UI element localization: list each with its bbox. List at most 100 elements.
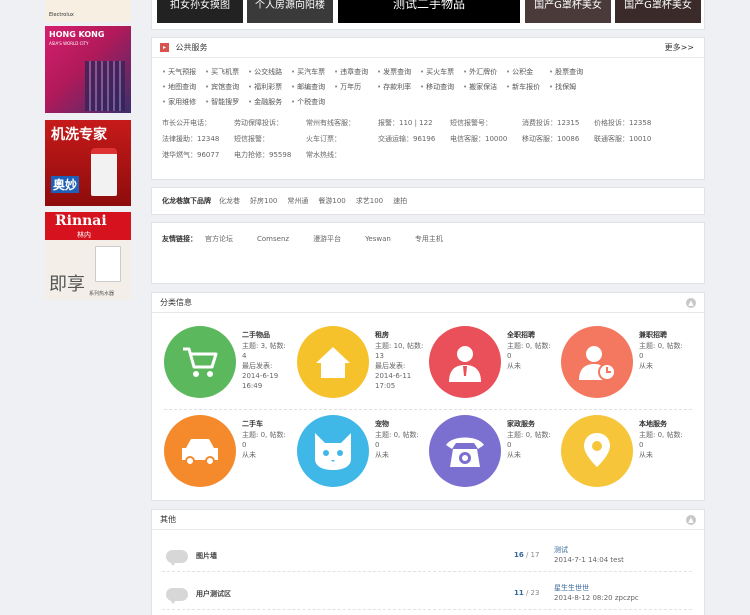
service-link[interactable]: 新车报价: [506, 80, 549, 95]
category-stat: 主题: 0, 帖数:: [639, 431, 683, 439]
service-link[interactable]: 买汽车票: [291, 65, 334, 80]
service-link[interactable]: 移动查询: [420, 80, 463, 95]
sub-brand-link[interactable]: 化龙巷: [219, 188, 240, 214]
service-link[interactable]: 智能搜罗: [205, 95, 248, 110]
service-link[interactable]: 个税查询: [291, 95, 334, 110]
sub-brand-link[interactable]: 餐游100: [318, 188, 345, 214]
hotline-row: 港华燃气：96077 电力抢修：95598 常水热线：: [162, 147, 704, 163]
post-count: / 17: [523, 551, 540, 559]
image-strip-caption: 个人房源向阳楼: [255, 0, 325, 11]
category-item[interactable]: 全职招聘 主题: 0, 帖数: 0 从未: [429, 326, 559, 406]
service-link[interactable]: 地图查询: [162, 80, 205, 95]
image-strip-item[interactable]: 测试二手物品: [338, 0, 520, 23]
image-strip-item[interactable]: 扣女孙女摸图: [157, 0, 243, 23]
service-link[interactable]: 违章查询: [334, 65, 377, 80]
category-item[interactable]: 租房 主题: 10, 帖数: 13 最后发表: 2014-6-11 17:05: [297, 326, 427, 406]
latest-post-meta: 2014-7-1 14:04 test: [554, 556, 624, 564]
category-item[interactable]: 宠物 主题: 0, 帖数: 0 从未: [297, 415, 427, 495]
service-link[interactable]: 公交线路: [248, 65, 291, 80]
category-header: 分类信息 ▲: [152, 293, 704, 313]
service-link[interactable]: 股票查询: [549, 65, 592, 80]
category-stat: 从未: [507, 451, 521, 459]
service-link[interactable]: 搬家保洁: [463, 80, 506, 95]
service-link[interactable]: 天气预报: [162, 65, 205, 80]
category-item[interactable]: 二手车 主题: 0, 帖数: 0 从未: [164, 415, 294, 495]
ad-omo-bottle: [91, 148, 117, 196]
service-link[interactable]: 外汇牌价: [463, 65, 506, 80]
category-stat: 13: [375, 352, 384, 360]
image-strip-item[interactable]: 个人房源向阳楼: [247, 0, 333, 23]
image-strip-item[interactable]: 国产G罩杯美女: [615, 0, 701, 23]
category-stat: 主题: 10, 帖数:: [375, 342, 424, 350]
service-link[interactable]: 万年历: [334, 80, 377, 95]
service-link[interactable]: 金融服务: [248, 95, 291, 110]
latest-post-link[interactable]: 星生生世世: [554, 583, 589, 593]
category-stat: 0: [639, 352, 644, 360]
sub-brand-link[interactable]: 常州通: [287, 188, 308, 214]
category-text: 全职招聘 主题: 0, 帖数: 0 从未: [507, 330, 567, 371]
service-link[interactable]: 存款利率: [377, 80, 420, 95]
category-name[interactable]: 家政服务: [507, 419, 567, 429]
hotline: 短信报警：: [234, 135, 269, 143]
ad-hongkong[interactable]: HONG KONG ASIA'S WORLD CITY: [45, 26, 131, 113]
service-link[interactable]: 发票查询: [377, 65, 420, 80]
category-text: 本地服务 主题: 0, 帖数: 0 从未: [639, 419, 699, 460]
friend-link[interactable]: 专用主机: [415, 223, 443, 255]
category-item[interactable]: 二手物品 主题: 3, 帖数: 4 最后发表: 2014-6-19 16:49: [164, 326, 294, 406]
category-stat: 4: [242, 352, 247, 360]
category-name[interactable]: 二手物品: [242, 330, 302, 340]
category-stat: 从未: [507, 362, 521, 370]
category-stat: 从未: [242, 451, 256, 459]
others-header: 其他 ▲: [152, 510, 704, 530]
category-name[interactable]: 全职招聘: [507, 330, 567, 340]
hotline: 消费投诉：12315: [522, 119, 580, 127]
person-suit-icon: [429, 326, 501, 398]
ad-electrolux[interactable]: Electrolux: [45, 0, 131, 22]
category-stat: 主题: 3, 帖数:: [242, 342, 286, 350]
image-strip-caption: 国产G罩杯美女: [534, 0, 602, 11]
sub-brands-label: 化龙巷旗下品牌: [162, 197, 211, 205]
category-name[interactable]: 兼职招聘: [639, 330, 699, 340]
category-text: 家政服务 主题: 0, 帖数: 0 从未: [507, 419, 567, 460]
service-link[interactable]: 宾馆查询: [205, 80, 248, 95]
friend-link[interactable]: 漫游平台: [313, 223, 341, 255]
sub-brand-link[interactable]: 好房100: [250, 188, 277, 214]
service-link[interactable]: 买火车票: [420, 65, 463, 80]
ad-rinnai[interactable]: Rinnai 林内 即享 系列热水器: [45, 212, 131, 300]
house-icon: [297, 326, 369, 398]
service-link[interactable]: 找保姆: [549, 80, 592, 95]
friend-link[interactable]: Yeswan: [365, 223, 391, 255]
friend-link[interactable]: 官方论坛: [205, 223, 233, 255]
car-icon: [164, 415, 236, 487]
category-item[interactable]: 兼职招聘 主题: 0, 帖数: 0 从未: [561, 326, 691, 406]
category-name[interactable]: 二手车: [242, 419, 302, 429]
ad-rinnai-cn: 林内: [77, 231, 91, 239]
person-clock-icon: [561, 326, 633, 398]
category-name[interactable]: 本地服务: [639, 419, 699, 429]
service-link[interactable]: 福利彩票: [248, 80, 291, 95]
sub-brand-link[interactable]: 速拍: [393, 188, 407, 214]
category-item[interactable]: 本地服务 主题: 0, 帖数: 0 从未: [561, 415, 691, 495]
ad-omo-title: 机洗专家: [51, 127, 107, 143]
latest-post-link[interactable]: 测试: [554, 545, 568, 555]
category-stat: 从未: [375, 451, 389, 459]
service-link[interactable]: 买飞机票: [205, 65, 248, 80]
forum-name[interactable]: 图片墙: [196, 551, 217, 561]
collapse-icon[interactable]: ▲: [686, 515, 696, 525]
category-stat: 0: [639, 441, 644, 449]
category-name[interactable]: 租房: [375, 330, 435, 340]
more-link[interactable]: 更多>>: [665, 38, 694, 57]
category-stat: 从未: [639, 362, 653, 370]
service-link[interactable]: 邮编查询: [291, 80, 334, 95]
category-item[interactable]: 家政服务 主题: 0, 帖数: 0 从未: [429, 415, 559, 495]
hotline: 价格投诉：12358: [594, 119, 652, 127]
friend-link[interactable]: Comsenz: [257, 223, 289, 255]
category-name[interactable]: 宠物: [375, 419, 435, 429]
ad-omo-detergent[interactable]: 机洗专家 奥妙: [45, 120, 131, 206]
service-link[interactable]: 公积金: [506, 65, 549, 80]
service-link[interactable]: 家用维修: [162, 95, 205, 110]
collapse-icon[interactable]: ▲: [686, 298, 696, 308]
image-strip-item[interactable]: 国产G罩杯美女: [525, 0, 611, 23]
forum-name[interactable]: 用户测试区: [196, 589, 231, 599]
sub-brand-link[interactable]: 求艺100: [356, 188, 383, 214]
